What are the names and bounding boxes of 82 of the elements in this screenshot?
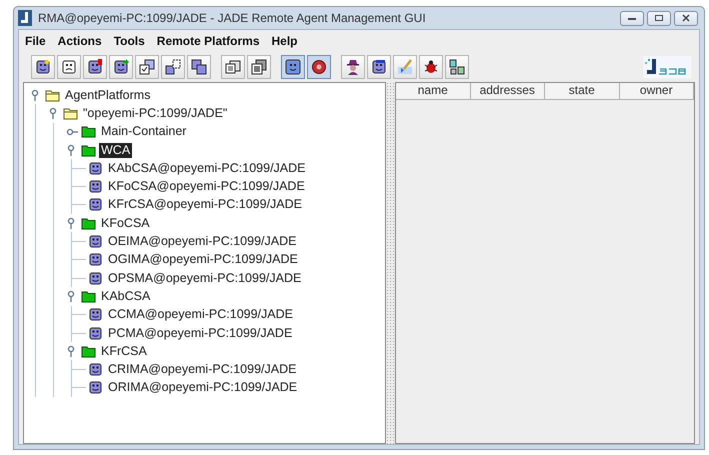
agent-icon bbox=[88, 307, 103, 322]
agent-icon bbox=[88, 252, 103, 268]
bug-icon bbox=[423, 59, 439, 75]
window-icon bbox=[251, 59, 267, 75]
agent-icon bbox=[113, 59, 129, 75]
column-header[interactable]: addresses bbox=[470, 83, 545, 99]
tree-node[interactable]: KAbCSA@opeyemi-PC:1099/JADE bbox=[106, 160, 308, 176]
toolbar-button[interactable] bbox=[247, 55, 271, 79]
agent-icon bbox=[88, 380, 103, 396]
column-header[interactable]: state bbox=[545, 83, 620, 99]
tree-node[interactable]: KFrCSA@opeyemi-PC:1099/JADE bbox=[106, 197, 304, 212]
menu-item[interactable]: File bbox=[25, 32, 46, 50]
tree-node[interactable]: OPSMA@opeyemi-PC:1099/JADE bbox=[106, 270, 304, 286]
tree-node[interactable]: PCMA@opeyemi-PC:1099/JADE bbox=[106, 326, 294, 340]
toolbar-button[interactable] bbox=[221, 55, 245, 79]
folder-icon bbox=[81, 288, 96, 304]
agent-icon bbox=[87, 59, 103, 75]
tree-node[interactable]: "opeyemi-PC:1099/JADE" bbox=[81, 106, 230, 121]
toolbar-button[interactable] bbox=[109, 55, 133, 79]
toolbar-button[interactable] bbox=[281, 55, 305, 79]
tree-node[interactable]: AgentPlatforms bbox=[63, 88, 152, 103]
brush-icon bbox=[397, 59, 413, 75]
toolbar-button[interactable] bbox=[187, 55, 211, 79]
menu-item[interactable]: Remote Platforms bbox=[156, 32, 260, 50]
minimize-button[interactable] bbox=[620, 10, 644, 26]
tree-node[interactable]: KAbCSA bbox=[99, 288, 152, 304]
agent-icon bbox=[88, 326, 103, 340]
agent-icon bbox=[88, 234, 103, 250]
toolbar-button[interactable] bbox=[57, 55, 81, 79]
folder-icon bbox=[81, 142, 96, 158]
folder-icon bbox=[81, 124, 96, 140]
agent-icon bbox=[371, 59, 387, 75]
agents-icon bbox=[165, 59, 181, 75]
minimize-icon bbox=[627, 15, 637, 21]
toolbar-button[interactable] bbox=[445, 55, 469, 79]
agent-icon bbox=[88, 270, 103, 286]
tree-node[interactable]: OGIMA@opeyemi-PC:1099/JADE bbox=[106, 252, 300, 268]
menu-item[interactable]: Help bbox=[272, 32, 298, 50]
tree-node[interactable]: CRIMA@opeyemi-PC:1099/JADE bbox=[106, 362, 298, 378]
column-header[interactable]: name bbox=[396, 83, 470, 99]
app-logo-icon bbox=[18, 10, 32, 26]
agent-icon bbox=[88, 362, 103, 378]
computers-icon bbox=[449, 59, 465, 75]
toolbar-button[interactable] bbox=[307, 55, 331, 79]
toolbar-button[interactable] bbox=[31, 55, 55, 79]
sad-face-icon bbox=[61, 59, 77, 75]
toolbar-button[interactable] bbox=[367, 55, 391, 79]
windows-icon bbox=[139, 59, 155, 75]
menu-item[interactable]: Tools bbox=[114, 32, 145, 50]
folder-icon bbox=[81, 216, 96, 231]
window-title: RMA@opeyemi-PC:1099/JADE - JADE Remote Agent Management GUI bbox=[38, 10, 426, 27]
agent-icon bbox=[88, 179, 103, 194]
tree-node[interactable]: WCA bbox=[99, 142, 132, 158]
agents-icon bbox=[191, 59, 207, 75]
agent-icon bbox=[35, 59, 51, 75]
close-icon bbox=[681, 14, 691, 22]
folder-icon bbox=[63, 106, 78, 121]
toolbar-button[interactable] bbox=[83, 55, 107, 79]
toolbar-button[interactable] bbox=[341, 55, 365, 79]
toolbar-button[interactable] bbox=[135, 55, 159, 79]
folder-icon bbox=[81, 344, 96, 359]
agent-icon bbox=[88, 197, 103, 212]
tree-node[interactable]: OEIMA@opeyemi-PC:1099/JADE bbox=[106, 234, 298, 250]
maximize-button[interactable] bbox=[647, 10, 671, 26]
maximize-icon bbox=[654, 14, 664, 22]
window-icon bbox=[225, 59, 241, 75]
tree-node[interactable]: KFrCSA bbox=[99, 344, 149, 359]
column-header[interactable]: owner bbox=[620, 83, 694, 99]
tree-node[interactable]: Main-Container bbox=[99, 124, 188, 140]
close-button[interactable] bbox=[674, 10, 698, 26]
agent-icon bbox=[285, 59, 301, 75]
agent-icon bbox=[88, 160, 103, 176]
menu-item[interactable]: Actions bbox=[58, 32, 102, 50]
tree-node[interactable]: ORIMA@opeyemi-PC:1099/JADE bbox=[106, 380, 300, 396]
jade-logo-icon bbox=[643, 56, 691, 78]
tree-node[interactable]: KFoCSA bbox=[99, 216, 152, 231]
folder-icon bbox=[45, 88, 60, 103]
toolbar-button[interactable] bbox=[419, 55, 443, 79]
tree-node[interactable]: CCMA@opeyemi-PC:1099/JADE bbox=[106, 307, 295, 322]
tree-node[interactable]: KFoCSA@opeyemi-PC:1099/JADE bbox=[106, 179, 307, 194]
splitter-handle[interactable] bbox=[386, 82, 395, 444]
toolbar-button[interactable] bbox=[161, 55, 185, 79]
